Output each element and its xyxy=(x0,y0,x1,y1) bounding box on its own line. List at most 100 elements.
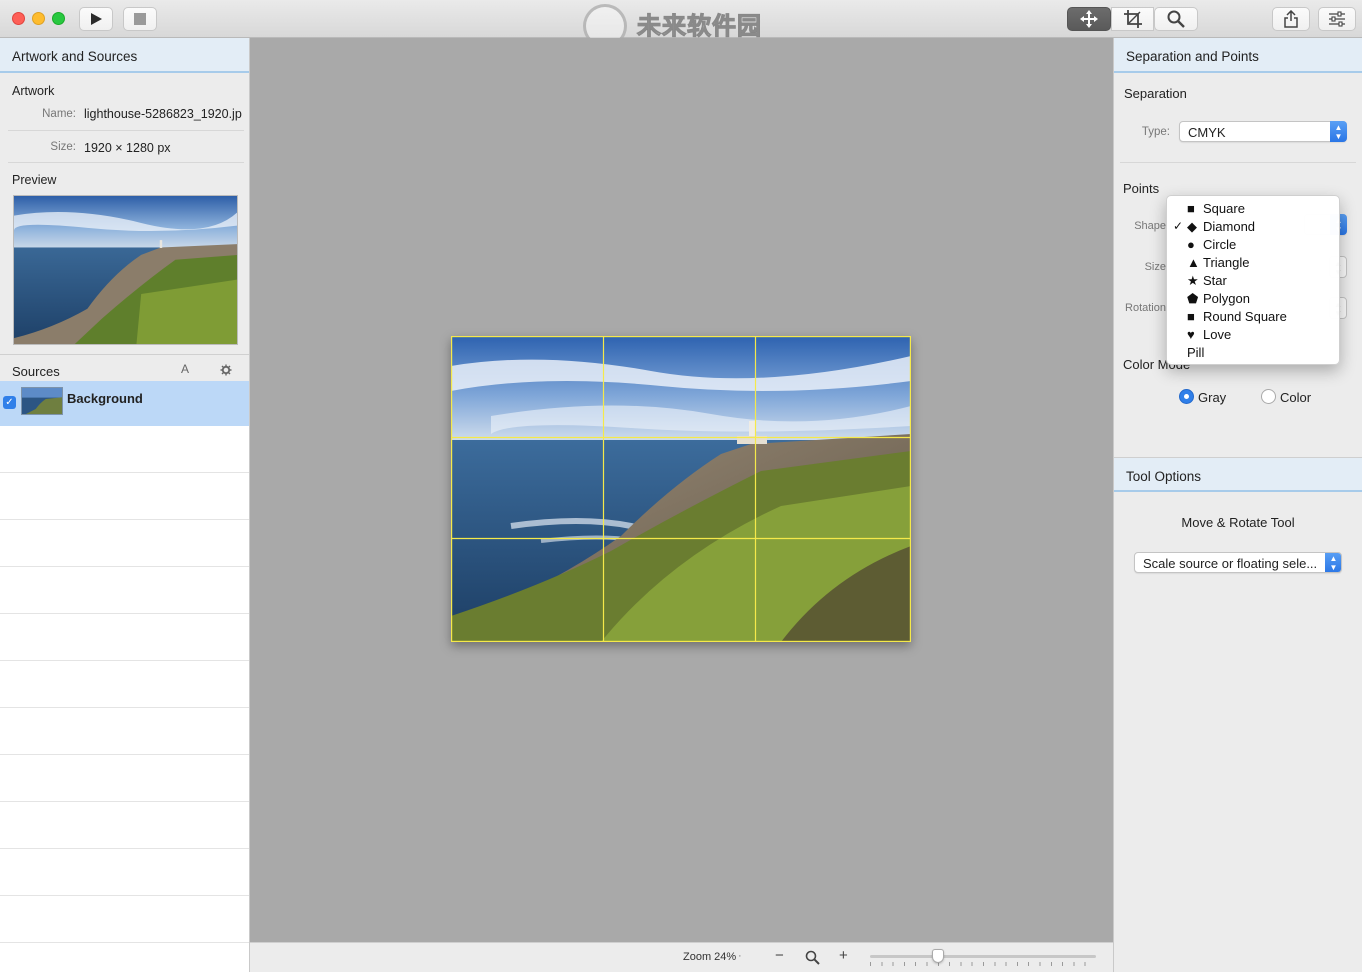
artwork-lighthouse-photo xyxy=(451,336,911,642)
separation-points-header: Separation and Points xyxy=(1114,38,1362,73)
size-label: Size: xyxy=(50,141,76,153)
menu-item-label: Diamond xyxy=(1203,219,1256,234)
shape-label: Shape xyxy=(1134,220,1166,232)
tool-mode-select[interactable]: Scale source or floating sele... ▲ ▼ xyxy=(1134,552,1342,573)
pentagon-icon: ⬟ xyxy=(1187,291,1199,306)
preview-thumbnail xyxy=(14,196,237,344)
separation-type-value: CMYK xyxy=(1188,125,1226,140)
divider xyxy=(8,130,244,131)
menu-item-label: Love xyxy=(1203,327,1232,342)
zoom-bar: Zoom 24% · − + xyxy=(250,942,1113,972)
select-arrows-icon: ▲▼ xyxy=(1330,121,1347,142)
name-value: lighthouse-5286823_1920.jp xyxy=(84,107,242,121)
points-title: Points xyxy=(1123,181,1160,196)
shape-menu-item-love[interactable]: ♥ Love xyxy=(1167,326,1339,344)
zoom-dropdown-indicator[interactable]: · xyxy=(738,950,742,962)
source-name: Background xyxy=(67,391,143,406)
separation-title: Separation xyxy=(1124,86,1187,101)
name-label: Name: xyxy=(42,108,76,120)
move-arrows-icon xyxy=(1080,10,1098,28)
crop-tool-button[interactable] xyxy=(1111,7,1154,31)
round-square-icon: ■ xyxy=(1187,309,1195,324)
shape-menu-item-pill[interactable]: Pill xyxy=(1167,344,1339,362)
play-icon xyxy=(91,13,102,25)
heart-icon: ♥ xyxy=(1187,327,1195,342)
menu-item-label: Circle xyxy=(1203,237,1237,252)
source-list-item[interactable]: ✓ Background xyxy=(0,381,249,426)
shape-menu-item-round-square[interactable]: ■ Round Square xyxy=(1167,308,1339,326)
menu-item-label: Round Square xyxy=(1203,309,1287,324)
select-arrows-icon: ▲▼ xyxy=(1325,553,1341,572)
divider xyxy=(8,162,244,163)
divider xyxy=(1120,162,1356,163)
zoom-slider-ticks xyxy=(870,962,1096,966)
window-minimize-button[interactable] xyxy=(32,12,45,25)
shape-menu-item-square[interactable]: ■ Square xyxy=(1167,200,1339,218)
stop-button[interactable] xyxy=(123,7,157,31)
diamond-icon: ◆ xyxy=(1187,219,1197,234)
zoom-slider-track[interactable] xyxy=(870,955,1096,958)
source-list-empty-rows xyxy=(0,426,249,972)
zoom-fit-magnifier-icon[interactable] xyxy=(805,950,820,965)
type-label: Type: xyxy=(1141,126,1170,138)
gear-icon[interactable] xyxy=(220,364,232,376)
shape-menu-item-polygon[interactable]: ⬟ Polygon xyxy=(1167,290,1339,308)
font-icon[interactable]: A xyxy=(181,362,189,376)
window-close-button[interactable] xyxy=(12,12,25,25)
settings-button[interactable] xyxy=(1318,7,1356,31)
shape-menu-item-star[interactable]: ★ Star xyxy=(1167,272,1339,290)
sources-title: Sources xyxy=(12,364,60,379)
gray-radio[interactable] xyxy=(1179,389,1194,404)
separation-points-panel: Separation and Points Separation Type: C… xyxy=(1113,38,1362,972)
move-tool-button[interactable] xyxy=(1067,7,1111,31)
window-zoom-button[interactable] xyxy=(52,12,65,25)
preview-title: Preview xyxy=(12,173,57,187)
share-icon xyxy=(1284,10,1298,28)
color-label[interactable]: Color xyxy=(1280,390,1311,405)
title-bar: 未来软件园 mac.orsoon.com xyxy=(0,0,1362,51)
shape-dropdown-menu: ■ Square ✓ ◆ Diamond ● Circle ▲ Triangle ★ Sta… xyxy=(1166,195,1340,365)
gray-label[interactable]: Gray xyxy=(1198,390,1226,405)
separation-type-select[interactable]: CMYK ▲ ▼ xyxy=(1179,121,1347,142)
artwork-image[interactable] xyxy=(451,336,911,642)
shape-menu-item-diamond[interactable]: ✓ ◆ Diamond xyxy=(1167,218,1339,236)
watermark: 未来软件园 mac.orsoon.com xyxy=(583,4,783,51)
menu-item-label: Square xyxy=(1203,201,1245,216)
star-icon: ★ xyxy=(1187,273,1199,288)
zoom-tool-button[interactable] xyxy=(1154,7,1198,31)
sources-header: Sources A xyxy=(0,354,249,384)
zoom-slider-thumb[interactable] xyxy=(931,949,944,963)
source-thumbnail xyxy=(21,387,63,415)
share-button[interactable] xyxy=(1272,7,1310,31)
zoom-label[interactable]: Zoom 24% xyxy=(683,951,736,963)
shape-menu-item-triangle[interactable]: ▲ Triangle xyxy=(1167,254,1339,272)
play-button[interactable] xyxy=(79,7,113,31)
circle-icon: ● xyxy=(1187,237,1195,252)
preview-image xyxy=(13,195,238,345)
checkmark-icon: ✓ xyxy=(1173,219,1184,233)
stop-icon xyxy=(134,13,146,25)
menu-item-label: Star xyxy=(1203,273,1227,288)
size-label: Size xyxy=(1144,261,1166,273)
canvas-area[interactable] xyxy=(250,38,1113,942)
crop-icon xyxy=(1123,10,1142,28)
color-radio[interactable] xyxy=(1261,389,1276,404)
tool-name: Move & Rotate Tool xyxy=(1181,515,1295,530)
triangle-icon: ▲ xyxy=(1187,255,1200,270)
menu-item-label: Pill xyxy=(1187,345,1205,360)
menu-item-label: Polygon xyxy=(1203,291,1250,306)
zoom-out-button[interactable]: − xyxy=(775,947,784,964)
size-value: 1920 × 1280 px xyxy=(84,141,171,155)
source-visibility-checkbox[interactable]: ✓ xyxy=(3,396,16,409)
menu-item-label: Triangle xyxy=(1203,255,1250,270)
tool-mode-value: Scale source or floating sele... xyxy=(1143,556,1318,571)
artwork-sources-panel: Artwork and Sources Artwork Name: lighth… xyxy=(0,38,250,972)
zoom-in-button[interactable]: + xyxy=(839,947,848,964)
square-icon: ■ xyxy=(1187,201,1195,216)
shape-menu-item-circle[interactable]: ● Circle xyxy=(1167,236,1339,254)
tool-options-header: Tool Options xyxy=(1114,457,1362,492)
magnifier-icon xyxy=(1167,10,1185,28)
artwork-section-title: Artwork xyxy=(12,84,55,98)
sliders-icon xyxy=(1329,11,1345,27)
artwork-sources-header: Artwork and Sources xyxy=(0,38,249,73)
